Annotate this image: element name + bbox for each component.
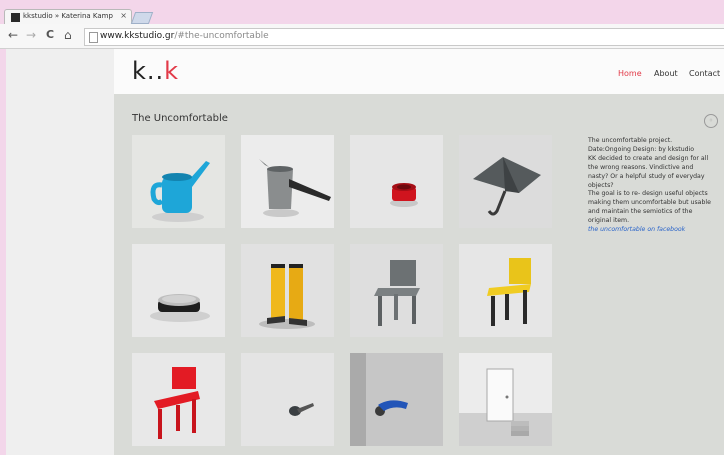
facebook-link[interactable]: the uncomfortable on facebook [588,226,718,235]
website: k..k Home About Contact The Uncomfortabl… [114,49,724,455]
back-arrow-icon[interactable]: ← [8,29,18,41]
gallery-item-door-stairs[interactable] [459,353,552,446]
gallery-item-umbrella[interactable] [459,135,552,228]
browser-tab[interactable]: kkstudio » Katerina Kamp × [4,9,132,25]
favicon-icon [11,13,20,22]
tab-strip: kkstudio » Katerina Kamp × [0,0,724,25]
gallery-item-key[interactable] [241,353,334,446]
address-bar[interactable]: www.kkstudio.gr/#the-uncomfortable [84,28,724,46]
site-header: k..k Home About Contact [114,49,724,94]
home-icon[interactable]: ⌂ [64,29,72,41]
url-text: www.kkstudio.gr/#the-uncomfortable [100,31,269,41]
description-line: the wrong reasons. Vindictive and [588,163,694,171]
menu-about[interactable]: About [654,69,678,78]
menu-home[interactable]: Home [618,69,642,78]
description-line: objects? [588,181,614,189]
tab-close-icon[interactable]: × [120,11,127,20]
reload-icon[interactable]: C [46,29,54,41]
description-line: making them uncomfortable but usable [588,199,711,207]
navigation-bar: ← → C ⌂ www.kkstudio.gr/#the-uncomfortab… [0,24,724,49]
gallery-item-red-cup[interactable] [350,135,443,228]
forward-arrow-icon[interactable]: → [26,29,36,41]
gallery-item-pill-box[interactable] [132,244,225,337]
page-icon [89,32,98,43]
gallery-item-yellow-chair[interactable] [459,244,552,337]
close-circle-icon[interactable]: ◦ [704,114,718,128]
site-logo[interactable]: k..k [132,57,179,85]
gallery-item-watering-can[interactable] [132,135,225,228]
description-line: The uncomfortable project. [588,137,673,144]
gallery-item-red-chair[interactable] [132,353,225,446]
project-description: The uncomfortable project. Date:Ongoing … [588,137,718,235]
logo-text: k.. [132,57,165,85]
gallery-item-yellow-boots[interactable] [241,244,334,337]
gallery-item-grey-chair[interactable] [350,244,443,337]
tab-title: kkstudio » Katerina Kamp [23,12,113,20]
description-line: nasty? Or a helpful study of everyday [588,172,705,180]
description-line: The goal is to re- design useful objects [588,190,708,198]
window-edge [0,49,6,455]
url-path: /#the-uncomfortable [174,31,269,41]
gallery-item-coffee-pot[interactable] [241,135,334,228]
new-tab-button[interactable] [130,12,154,24]
description-line: and maintain the semiotics of the [588,208,693,216]
browser-window: kkstudio » Katerina Kamp × ← → C ⌂ www.k… [0,0,724,455]
description-line: original item. [588,217,630,225]
gallery-item-door-handle[interactable] [350,353,443,446]
section-title: The Uncomfortable [132,113,228,124]
menu-contact[interactable]: Contact [689,69,720,78]
description-line: Date:Ongoing Design: by kkstudio [588,145,695,153]
description-line: KK decided to create and design for all [588,154,709,162]
logo-accent: k [164,57,180,85]
url-domain: www.kkstudio.gr [100,31,175,41]
